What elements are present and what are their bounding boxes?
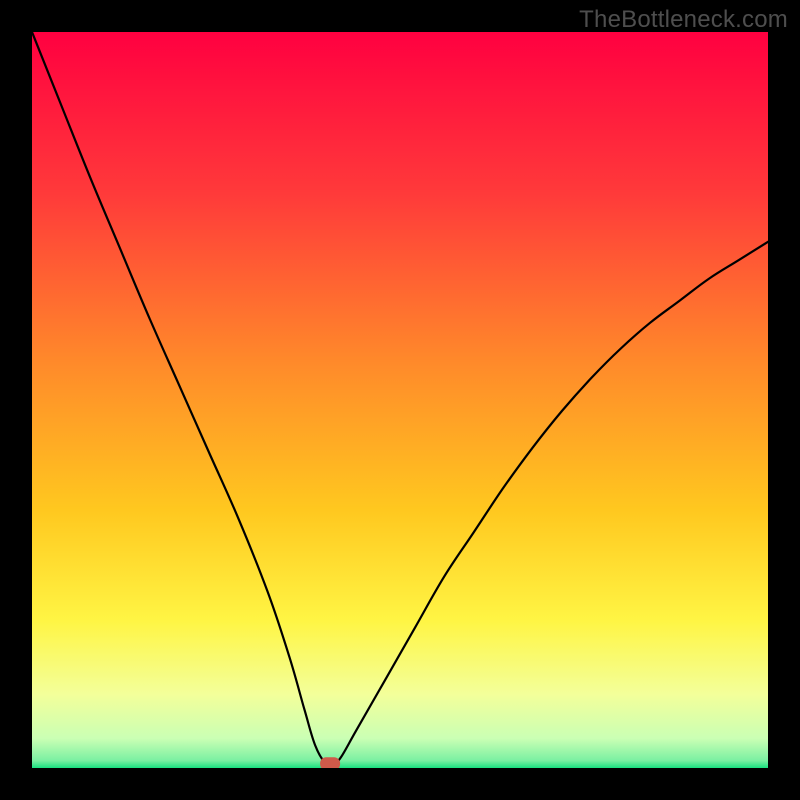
chart-frame: TheBottleneck.com bbox=[0, 0, 800, 800]
bottleneck-chart-svg bbox=[32, 32, 768, 768]
optimal-point-marker bbox=[320, 757, 340, 768]
watermark-text: TheBottleneck.com bbox=[579, 6, 788, 34]
gradient-background bbox=[32, 32, 768, 768]
plot-area bbox=[32, 32, 768, 768]
